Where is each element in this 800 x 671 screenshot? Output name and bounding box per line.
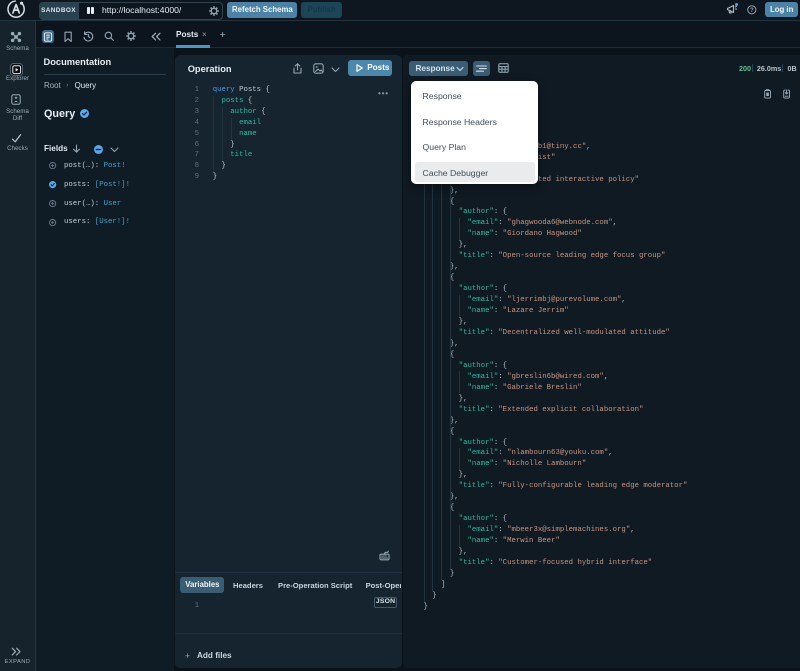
svg-text:?: ? <box>750 8 754 14</box>
